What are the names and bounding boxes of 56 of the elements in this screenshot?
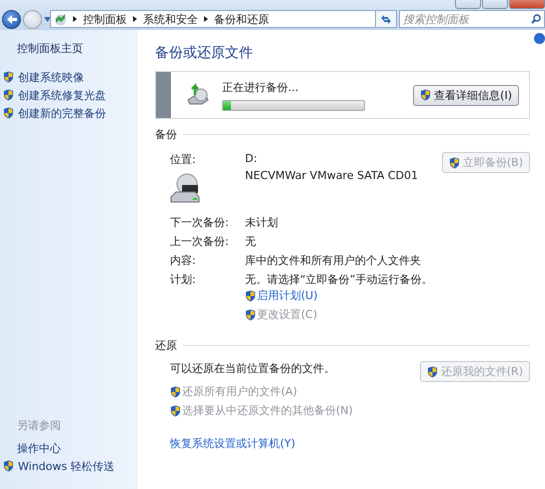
field-value: 无。请选择“立即备份”手动运行备份。: [245, 272, 434, 287]
refresh-button[interactable]: [375, 10, 397, 28]
field-label: 下一次备份:: [170, 215, 230, 230]
field-value: D:: [245, 152, 258, 165]
field-label: 内容:: [170, 253, 197, 268]
section-title: 另请参阅: [17, 418, 62, 433]
field-label: 上一次备份:: [170, 234, 230, 249]
shield-icon: [245, 308, 256, 320]
breadcrumb[interactable]: 备份和还原: [214, 12, 269, 26]
field-label: 位置:: [170, 152, 197, 167]
section-heading: 备份: [155, 127, 177, 142]
sidebar-link[interactable]: 控制面板主页: [17, 41, 83, 56]
progress-label: 正在进行备份...: [222, 80, 300, 94]
link[interactable]: 启用计划(U): [245, 288, 318, 303]
page-title: 备份或还原文件: [155, 44, 254, 62]
field-value: 未计划: [245, 215, 279, 230]
section-heading: 还原: [155, 338, 177, 353]
shield-icon: [3, 71, 14, 83]
shield-icon: [426, 366, 438, 378]
field-value: NECVMWar VMware SATA CD01: [245, 169, 419, 182]
breadcrumb[interactable]: 控制面板: [83, 12, 127, 26]
shield-icon: [420, 89, 432, 101]
sidebar-link[interactable]: 操作中心: [17, 439, 61, 457]
back-arrow-icon: [6, 15, 16, 24]
shield-icon: [3, 107, 14, 119]
shield-icon: [3, 89, 14, 101]
refresh-icon: [380, 14, 392, 24]
chevron-icon: [73, 16, 77, 22]
search-icon: [531, 14, 541, 24]
field-value: 无: [245, 234, 257, 249]
chevron-icon: [133, 16, 137, 22]
panel-stripe: [156, 72, 171, 118]
restore-text: 可以还原在当前位置备份的文件。: [170, 361, 335, 376]
sidebar-link[interactable]: 创建系统映像: [3, 68, 84, 86]
shield-icon: [170, 386, 181, 398]
back-button[interactable]: [2, 10, 21, 29]
field-value: 库中的文件和所有用户的个人文件夹: [245, 253, 422, 268]
field-label: 计划:: [170, 272, 197, 287]
dvd-drive-icon: [170, 173, 200, 205]
chevron-icon: [204, 16, 208, 22]
breadcrumb[interactable]: 系统和安全: [143, 12, 198, 26]
forward-arrow-icon: [28, 15, 38, 24]
shield-icon: [3, 460, 14, 472]
address-bar[interactable]: 控制面板 系统和安全 备份和还原: [50, 10, 378, 28]
dropdown-icon[interactable]: [44, 17, 51, 22]
sidebar-link[interactable]: 创建新的完整备份: [3, 104, 106, 122]
search-field[interactable]: 搜索控制面板: [399, 10, 545, 28]
details-button[interactable]: 查看详细信息(I): [413, 84, 519, 106]
sidebar-link[interactable]: 创建系统修复光盘: [3, 86, 106, 104]
sidebar-link[interactable]: Windows 轻松传送: [3, 457, 115, 475]
backup-drive-icon: [186, 83, 210, 107]
shield-icon: [170, 404, 181, 416]
control-panel-icon: [54, 12, 67, 26]
recover-link[interactable]: 恢复系统设置或计算机(Y): [170, 436, 296, 451]
shield-icon: [448, 156, 460, 168]
shield-icon: [245, 290, 256, 302]
